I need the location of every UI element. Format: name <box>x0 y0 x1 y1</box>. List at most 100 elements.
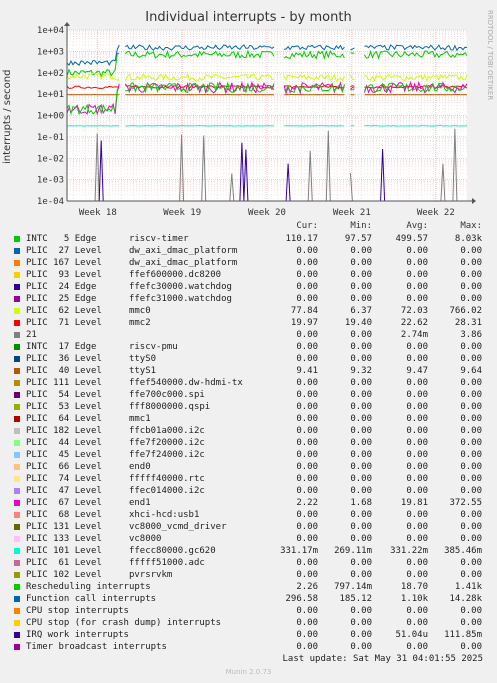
legend-swatch <box>14 392 20 398</box>
legend-value: 0.00 <box>460 606 482 616</box>
legend-label: PLIC 36 Level ttyS0 <box>26 354 157 364</box>
legend-label: PLIC 182 Level ffcb01a000.i2c <box>26 426 205 436</box>
legend-value: 0.00 <box>460 414 482 424</box>
legend-value: 2.26 <box>296 582 318 592</box>
legend-value: 0.00 <box>350 438 372 448</box>
legend-value: 0.00 <box>460 618 482 628</box>
legend-value: 8.03k <box>454 234 482 244</box>
x-tick-label: Week 22 <box>417 208 455 215</box>
legend-value: 0.00 <box>296 558 318 568</box>
legend-swatch <box>14 320 20 326</box>
legend-value: 1.10k <box>400 594 428 604</box>
legend-label: PLIC 133 Level vc8000 <box>26 534 162 544</box>
legend-label: IRQ work interrupts <box>26 630 129 640</box>
y-tick-label: 1e-03 <box>37 176 64 186</box>
legend-value: 0.00 <box>350 402 372 412</box>
legend-value: 0.00 <box>406 618 428 628</box>
y-tick-label: 1e+01 <box>37 90 64 100</box>
legend-value: 0.00 <box>296 630 318 640</box>
legend-column-header: Avg: <box>406 221 428 231</box>
legend-label: PLIC 74 Level fffff40000.rtc <box>26 474 205 484</box>
legend-label: Timer broadcast interrupts <box>26 642 167 652</box>
legend-label: PLIC 101 Level ffecc80000.gc620 <box>26 546 216 556</box>
legend-value: 0.00 <box>406 354 428 364</box>
legend-value: 0.00 <box>350 510 372 520</box>
legend-value: 0.00 <box>296 342 318 352</box>
legend-label: PLIC 62 Level mmc0 <box>26 306 151 316</box>
legend-label: CPU stop (for crash dump) interrupts <box>26 618 222 628</box>
legend-value: 0.00 <box>350 270 372 280</box>
legend-value: 0.00 <box>296 402 318 412</box>
legend-value: 0.00 <box>296 570 318 580</box>
legend-value: 0.00 <box>350 618 372 628</box>
legend-value: 0.00 <box>296 618 318 628</box>
legend-value: 0.00 <box>296 258 318 268</box>
legend-swatch <box>14 332 20 338</box>
legend-value: 0.00 <box>406 486 428 496</box>
legend-value: 0.00 <box>460 450 482 460</box>
legend-value: 0.00 <box>296 270 318 280</box>
legend-value: 2.22 <box>296 498 318 508</box>
legend-label: PLIC 64 Level mmc1 <box>26 414 151 424</box>
legend-value: 0.00 <box>460 402 482 412</box>
legend-value: 0.00 <box>460 342 482 352</box>
legend-value: 110.17 <box>285 234 318 244</box>
legend-label: PLIC 53 Level fff8000000.qspi <box>26 402 211 412</box>
legend-value: 0.00 <box>296 510 318 520</box>
legend-value: 0.00 <box>350 330 372 340</box>
legend-value: 51.04u <box>395 630 428 640</box>
legend-label: PLIC 111 Level ffef540000.dw-hdmi-tx <box>26 378 243 388</box>
legend-value: 0.00 <box>406 270 428 280</box>
legend-swatch <box>14 428 20 434</box>
legend-value: 0.00 <box>460 558 482 568</box>
legend-value: 0.00 <box>406 246 428 256</box>
legend-value: 0.00 <box>406 450 428 460</box>
legend-value: 0.00 <box>296 534 318 544</box>
legend-value: 0.00 <box>350 630 372 640</box>
legend-value: 0.00 <box>460 534 482 544</box>
legend-label: PLIC 68 Level xhci-hcd:usb1 <box>26 510 200 520</box>
legend-value: 111.85m <box>444 630 482 640</box>
legend-value: 0.00 <box>350 570 372 580</box>
legend-value: 0.00 <box>296 474 318 484</box>
legend-value: 0.00 <box>296 390 318 400</box>
legend-swatch <box>14 236 20 242</box>
legend-swatch <box>14 248 20 254</box>
legend-swatch <box>14 440 20 446</box>
legend-value: 18.70 <box>400 582 428 592</box>
legend-swatch <box>14 368 20 374</box>
legend-swatch <box>14 644 20 650</box>
legend-value: 0.00 <box>406 438 428 448</box>
legend-value: 269.11m <box>334 546 372 556</box>
legend-value: 0.00 <box>460 354 482 364</box>
legend-value: 0.00 <box>296 378 318 388</box>
y-tick-label: 1e-02 <box>37 154 64 164</box>
legend-label: PLIC 71 Level mmc2 <box>26 318 151 328</box>
legend-label: PLIC 25 Edge ffefc31000.watchdog <box>26 294 232 304</box>
legend-value: 0.00 <box>296 450 318 460</box>
legend-value: 0.00 <box>406 402 428 412</box>
legend-swatch <box>14 416 20 422</box>
legend-label: INTC 5 Edge riscv-timer <box>26 234 189 244</box>
legend-swatch <box>14 260 20 266</box>
legend-value: 0.00 <box>460 510 482 520</box>
y-axis-arrow <box>64 22 70 26</box>
legend-value: 0.00 <box>460 282 482 292</box>
legend-swatch <box>14 572 20 578</box>
legend-label: PLIC 47 Level ffec014000.i2c <box>26 486 205 496</box>
legend-value: 0.00 <box>406 390 428 400</box>
legend-value: 14.28k <box>449 594 482 604</box>
legend-swatch <box>14 536 20 542</box>
legend-swatch <box>14 488 20 494</box>
legend-label: PLIC 61 Level fffff51000.adc <box>26 558 205 568</box>
legend-value: 1.41k <box>454 582 482 592</box>
legend-value: 97.57 <box>344 234 372 244</box>
legend-value: 0.00 <box>350 294 372 304</box>
legend-value: 0.00 <box>406 510 428 520</box>
legend-value: 0.00 <box>350 258 372 268</box>
legend-value: 2.74m <box>400 330 428 340</box>
y-tick-label: 1e+04 <box>37 26 64 36</box>
legend-value: 331.22m <box>390 546 428 556</box>
legend-value: 28.31 <box>454 318 482 328</box>
legend-swatch <box>14 284 20 290</box>
